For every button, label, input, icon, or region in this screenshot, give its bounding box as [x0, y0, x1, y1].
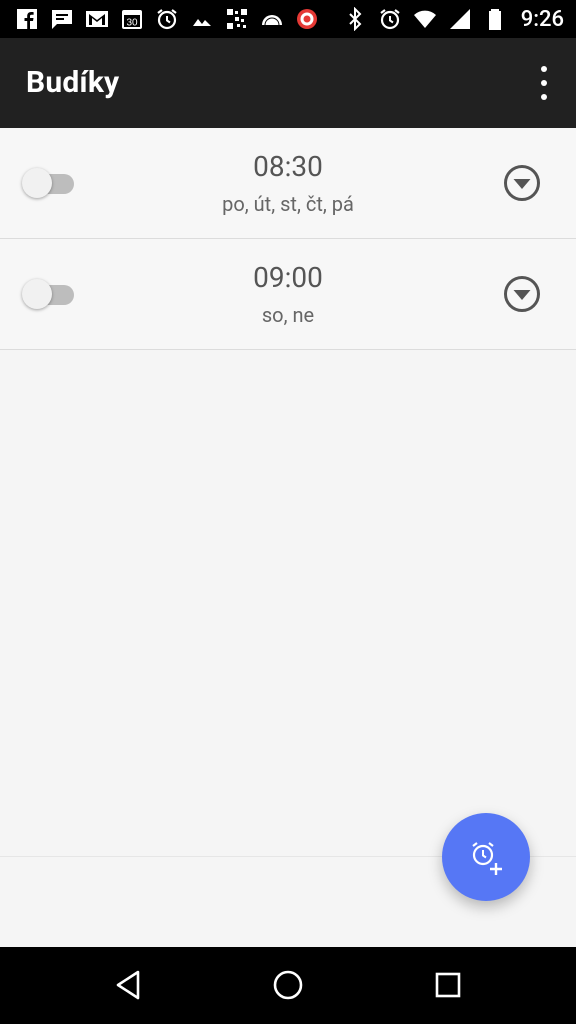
- notification-icons: 30: [14, 6, 320, 32]
- signal-icon: [447, 6, 473, 32]
- alarm-days: po, út, st, čt, pá: [222, 192, 354, 216]
- alarm-list: 08:30 po, út, st, čt, pá 09:00 so, ne: [0, 128, 576, 350]
- message-icon: [49, 6, 75, 32]
- add-alarm-icon: [472, 842, 502, 875]
- system-icons: 9:26: [342, 6, 564, 32]
- alarm-icon: [154, 6, 180, 32]
- app-bar: Budíky: [0, 38, 576, 128]
- wifi-icon: [412, 6, 438, 32]
- calendar-day-text: 30: [126, 18, 138, 29]
- alarm-row[interactable]: 08:30 po, út, st, čt, pá: [0, 128, 576, 239]
- qr-icon: [224, 6, 250, 32]
- back-icon[interactable]: [110, 967, 146, 1003]
- opera-icon: [294, 6, 320, 32]
- alarm-time[interactable]: 09:00: [0, 261, 576, 294]
- home-icon[interactable]: [270, 967, 306, 1003]
- expand-icon[interactable]: [502, 163, 542, 203]
- expand-icon[interactable]: [502, 274, 542, 314]
- alarm-row[interactable]: 09:00 so, ne: [0, 239, 576, 350]
- status-bar: 30 9:26: [0, 0, 576, 38]
- alarm-status-icon: [377, 6, 403, 32]
- battery-icon: [482, 6, 508, 32]
- gmail-icon: [84, 6, 110, 32]
- add-alarm-button[interactable]: [442, 813, 530, 901]
- image-icon: [189, 6, 215, 32]
- dome-icon: [259, 6, 285, 32]
- overflow-menu-icon[interactable]: [530, 66, 558, 100]
- facebook-icon: [14, 6, 40, 32]
- alarm-days: so, ne: [261, 303, 315, 327]
- bluetooth-icon: [342, 6, 368, 32]
- recents-icon[interactable]: [430, 967, 466, 1003]
- status-time: 9:26: [520, 6, 564, 32]
- calendar-icon: 30: [119, 6, 145, 32]
- navigation-bar: [0, 947, 576, 1024]
- page-title: Budíky: [26, 65, 120, 100]
- alarm-time[interactable]: 08:30: [0, 150, 576, 183]
